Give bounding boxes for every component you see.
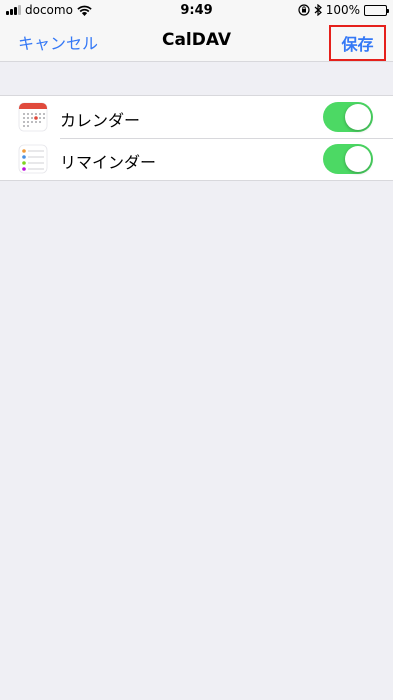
status-bar: docomo 9:49 100%	[0, 0, 393, 20]
bluetooth-icon	[314, 4, 322, 16]
reminders-icon	[18, 144, 48, 174]
reminders-toggle[interactable]	[323, 144, 373, 174]
orientation-lock-icon	[298, 4, 310, 16]
cancel-button[interactable]: キャンセル	[18, 30, 98, 54]
calendar-icon	[18, 102, 48, 132]
navigation-bar: キャンセル CalDAV 保存	[0, 20, 393, 62]
save-button[interactable]: 保存	[329, 25, 386, 61]
list-item-reminders: リマインダー	[0, 138, 393, 180]
list-item-calendar: カレンダー	[0, 96, 393, 138]
toggle-knob	[345, 146, 371, 172]
account-services-list: カレンダー リマインダー	[0, 95, 393, 181]
status-right: 100%	[298, 3, 389, 17]
battery-icon	[364, 4, 389, 16]
calendar-toggle[interactable]	[323, 102, 373, 132]
calendar-label: カレンダー	[60, 111, 141, 130]
battery-percent: 100%	[325, 3, 360, 17]
reminders-label: リマインダー	[60, 153, 157, 172]
toggle-knob	[345, 104, 371, 130]
